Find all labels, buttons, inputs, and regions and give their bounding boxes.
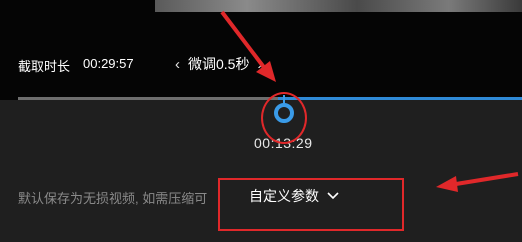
annotation-arrow-top [220, 10, 276, 82]
annotation-arrows [220, 10, 519, 192]
annotation-arrow-right [436, 172, 519, 192]
